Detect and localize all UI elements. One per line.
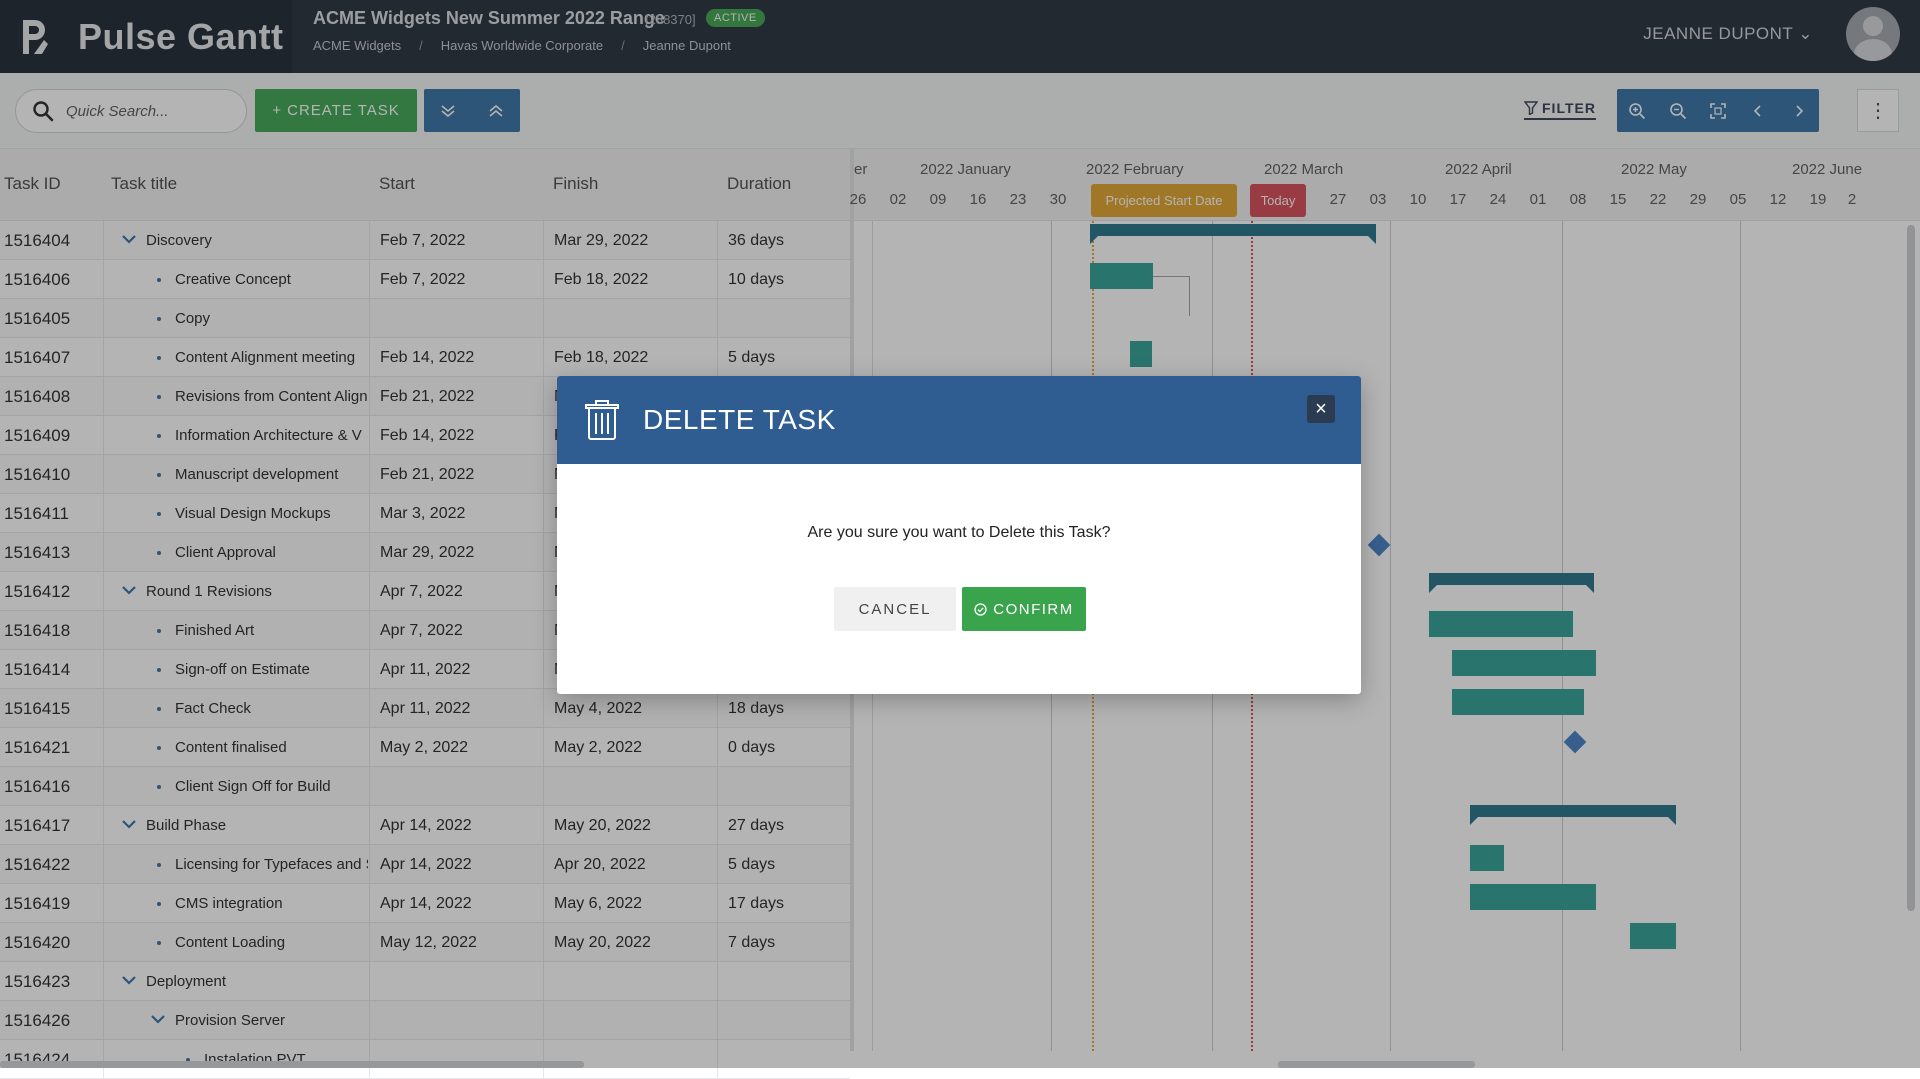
- confirm-button[interactable]: CONFIRM: [962, 587, 1086, 631]
- close-icon: ×: [1315, 397, 1327, 420]
- confirm-label: CONFIRM: [993, 600, 1074, 618]
- dialog-message: Are you sure you want to Delete this Tas…: [807, 524, 1111, 541]
- dialog-header: DELETE TASK ×: [557, 376, 1361, 464]
- close-button[interactable]: ×: [1307, 395, 1335, 423]
- delete-task-dialog: DELETE TASK × Are you sure you want to D…: [557, 376, 1361, 694]
- trash-icon: [585, 400, 619, 440]
- cancel-button[interactable]: CANCEL: [834, 587, 956, 631]
- check-circle-icon: [974, 602, 987, 616]
- dialog-title: DELETE TASK: [643, 404, 836, 435]
